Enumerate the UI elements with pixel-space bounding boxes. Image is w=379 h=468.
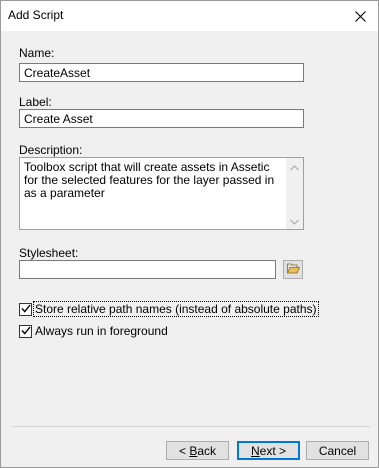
- relative-paths-label: Store relative path names (instead of ab…: [33, 301, 319, 317]
- cancel-button[interactable]: Cancel: [306, 441, 369, 460]
- next-button-mnemonic: N: [250, 443, 260, 458]
- relative-paths-option[interactable]: Store relative path names (instead of ab…: [19, 301, 319, 317]
- close-icon: [354, 10, 366, 22]
- name-label: Name:: [19, 46, 55, 60]
- foreground-option[interactable]: Always run in foreground: [19, 323, 169, 339]
- checkmark-icon: [20, 324, 31, 338]
- chevron-down-icon: [290, 214, 299, 228]
- description-text: Toolbox script that will create assets i…: [24, 160, 275, 200]
- back-button-label: ack: [197, 443, 217, 458]
- foreground-checkbox[interactable]: [19, 324, 32, 338]
- chevron-up-icon: [290, 160, 299, 174]
- name-field[interactable]: CreateAsset: [19, 63, 304, 82]
- back-button-prefix: <: [178, 443, 190, 458]
- back-button-mnemonic: B: [189, 443, 198, 458]
- stylesheet-field[interactable]: [19, 260, 276, 279]
- stylesheet-label: Stylesheet:: [19, 246, 79, 260]
- description-label: Description:: [19, 143, 83, 157]
- next-button-label: ext >: [259, 443, 287, 458]
- folder-open-icon: [286, 263, 300, 277]
- relative-paths-checkbox[interactable]: [19, 302, 32, 316]
- scroll-up-button[interactable]: [286, 158, 303, 175]
- back-button[interactable]: < Back: [166, 441, 229, 460]
- checkmark-icon: [20, 302, 31, 316]
- title-bar[interactable]: Add Script: [1, 1, 378, 31]
- next-button[interactable]: Next >: [237, 441, 300, 460]
- browse-stylesheet-button[interactable]: [283, 260, 303, 279]
- label-label: Label:: [19, 95, 52, 109]
- dialog-title: Add Script: [8, 8, 64, 22]
- description-field[interactable]: Toolbox script that will create assets i…: [19, 157, 304, 230]
- footer-separator: [11, 426, 370, 427]
- scroll-down-button[interactable]: [286, 212, 303, 229]
- close-button[interactable]: [342, 1, 378, 31]
- description-scrollbar[interactable]: [286, 158, 303, 229]
- foreground-label: Always run in foreground: [35, 324, 168, 338]
- add-script-dialog: Add Script Name: CreateAsset Label: Crea…: [0, 0, 379, 468]
- label-field[interactable]: Create Asset: [19, 109, 304, 128]
